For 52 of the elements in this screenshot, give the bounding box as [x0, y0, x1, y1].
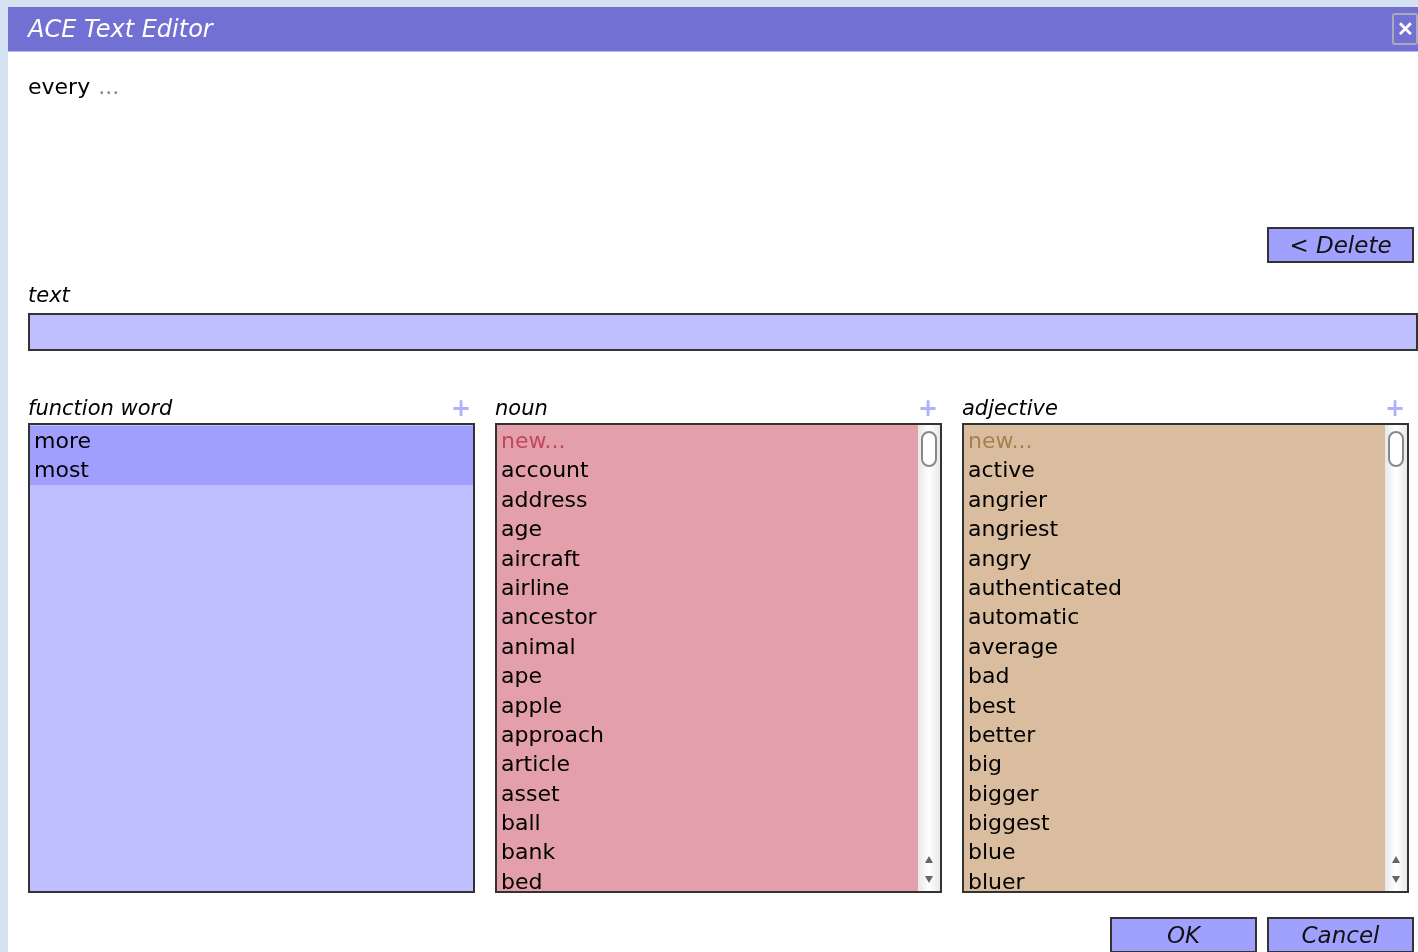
list-item[interactable]: active — [964, 455, 1385, 485]
list-item[interactable]: asset — [497, 778, 918, 809]
list-label: adjective — [962, 396, 1058, 420]
list-item[interactable]: apple — [497, 690, 918, 720]
scroll-up-icon[interactable] — [1392, 856, 1400, 863]
list-item[interactable]: airline — [497, 572, 918, 603]
list-item[interactable]: approach — [497, 719, 918, 750]
list-item[interactable]: address — [497, 484, 918, 515]
list-item[interactable]: ball — [497, 808, 918, 838]
ok-button[interactable]: OK — [1110, 917, 1257, 952]
list-item[interactable]: authenticated — [964, 572, 1385, 603]
list-item[interactable]: big — [964, 749, 1385, 779]
list-label: noun — [495, 396, 548, 420]
scrollbar-thumb[interactable] — [1388, 431, 1404, 467]
list-item[interactable]: account — [497, 455, 918, 485]
list-item[interactable]: bank — [497, 837, 918, 867]
list-item[interactable]: biggest — [964, 808, 1385, 838]
list-item[interactable]: average — [964, 631, 1385, 662]
list-item[interactable]: more — [30, 426, 473, 456]
list-item[interactable]: most — [30, 455, 473, 485]
list-item[interactable]: better — [964, 719, 1385, 750]
list-item[interactable]: blue — [964, 837, 1385, 867]
scroll-down-icon[interactable] — [925, 876, 933, 883]
scroll-up-icon[interactable] — [925, 856, 933, 863]
list-label: function word — [28, 396, 173, 420]
scrollbar[interactable] — [918, 425, 940, 891]
list-item[interactable]: ape — [497, 661, 918, 691]
list-item[interactable]: bluer — [964, 866, 1385, 891]
sentence-word: every — [28, 74, 91, 99]
list-item[interactable]: bad — [964, 661, 1385, 691]
close-button[interactable]: ✕ — [1392, 13, 1418, 45]
scrollbar-thumb[interactable] — [921, 431, 937, 467]
ellipsis-text: ... — [98, 74, 120, 99]
list-item[interactable]: angriest — [964, 514, 1385, 544]
list-item[interactable]: angrier — [964, 484, 1385, 515]
list-item[interactable]: aircraft — [497, 543, 918, 573]
scroll-down-icon[interactable] — [1392, 876, 1400, 883]
list-item[interactable]: best — [964, 690, 1385, 720]
list-item[interactable]: ancestor — [497, 602, 918, 632]
list-item[interactable]: bigger — [964, 778, 1385, 809]
list-item[interactable]: age — [497, 514, 918, 544]
list-item[interactable]: bed — [497, 866, 918, 891]
list-item[interactable]: angry — [964, 543, 1385, 573]
delete-button[interactable]: < Delete — [1267, 227, 1414, 263]
cancel-button[interactable]: Cancel — [1267, 917, 1414, 952]
list-item[interactable]: automatic — [964, 602, 1385, 632]
scrollbar[interactable] — [1385, 425, 1407, 891]
field-label: text — [28, 283, 72, 309]
window-title: ACE Text Editor — [28, 15, 213, 43]
list-item[interactable]: article — [497, 749, 918, 779]
text-field[interactable] — [28, 313, 1418, 351]
list-item[interactable]: animal — [497, 631, 918, 662]
